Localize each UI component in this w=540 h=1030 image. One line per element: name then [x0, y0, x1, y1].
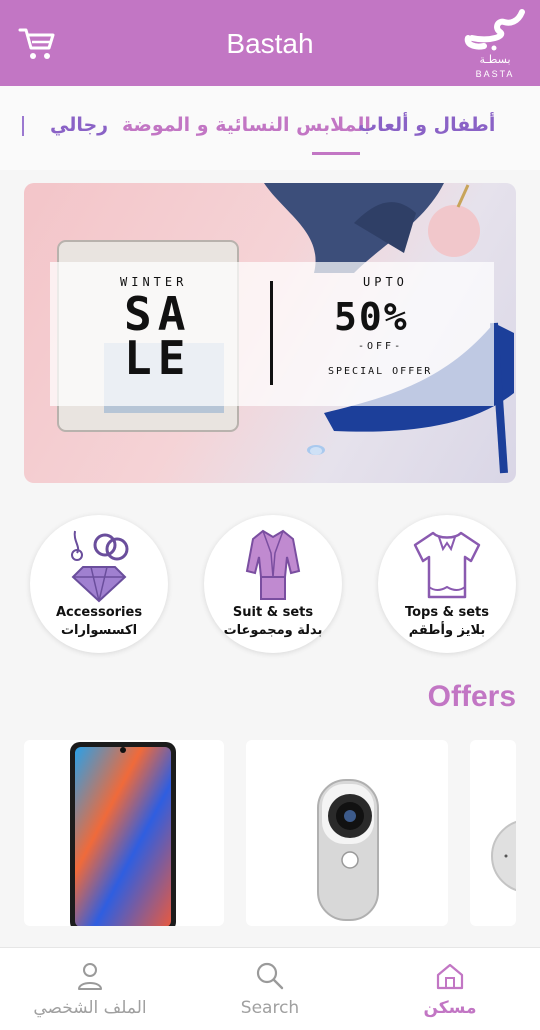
logo-arabic-text: بسطـة: [479, 53, 511, 66]
category-tops-sets-en: Tops & sets: [404, 605, 489, 620]
nav-home-label: مسكن: [423, 998, 477, 1018]
home-icon: [436, 963, 464, 990]
banner-special-offer-text: SPECIAL OFFER: [328, 366, 433, 377]
banner-divider: [270, 281, 273, 385]
tab-women-fashion[interactable]: الملابس النسائية و الموضة: [122, 114, 371, 136]
user-icon: [78, 963, 102, 990]
category-tabs: رجالي الملابس النسائية و الموضة أطفال و …: [0, 86, 540, 170]
tab-kids-toys[interactable]: أطفال و ألعاب: [358, 114, 495, 136]
search-icon: [256, 962, 284, 990]
category-tops-sets-ar: بلايز وأطقم: [408, 623, 486, 638]
suit-icon: [245, 529, 301, 600]
offers-heading: Offers: [427, 680, 516, 713]
offer-card[interactable]: [24, 740, 224, 926]
banner-percent-text: 50%: [334, 295, 409, 339]
nav-search-label: Search: [240, 998, 300, 1018]
banner-off-text: -OFF-: [358, 341, 404, 352]
camera-icon: [317, 779, 379, 921]
category-accessories-en: Accessories: [55, 605, 143, 620]
tab-scroll-divider: [22, 116, 24, 136]
category-accessories[interactable]: Accessories اكسسوارات: [30, 515, 168, 653]
banner-sale-text: SALE: [124, 287, 192, 385]
category-tops-sets[interactable]: Tops & sets بلايز وأطقم: [378, 515, 516, 653]
offer-card[interactable]: [470, 740, 516, 926]
banner-upto-text: UPTO: [363, 275, 408, 289]
logo-mark-icon: [464, 9, 525, 51]
nav-home[interactable]: مسكن: [380, 948, 520, 1030]
offer-card[interactable]: [246, 740, 448, 926]
app-title: Bastah: [226, 28, 314, 59]
category-suit-sets-en: Suit & sets: [232, 605, 314, 620]
nav-profile-label: الملف الشخصي: [33, 998, 147, 1018]
app-header: Bastah بسطـة BASTA: [0, 0, 540, 86]
brand-logo: بسطـة BASTA: [460, 8, 530, 80]
bottom-navigation: الملف الشخصي Search مسكن: [0, 947, 540, 1030]
logo-english-text: BASTA: [475, 69, 515, 79]
speaker-icon: [491, 821, 516, 891]
nav-profile[interactable]: الملف الشخصي: [10, 948, 170, 1030]
blouse-icon: [413, 531, 481, 599]
category-accessories-ar: اكسسوارات: [60, 623, 138, 638]
promo-banner[interactable]: WINTER SALE UPTO 50% -OFF- SPECIAL OFFER: [24, 183, 516, 483]
jewelry-icon: [71, 530, 129, 603]
active-tab-indicator: [312, 152, 360, 155]
category-suit-sets-ar: بدلة ومجموعات: [223, 623, 323, 638]
category-suit-sets[interactable]: Suit & sets بدلة ومجموعات: [204, 515, 342, 653]
tab-men[interactable]: رجالي: [50, 114, 108, 136]
smartphone-icon: [70, 742, 176, 926]
nav-search[interactable]: Search: [200, 948, 340, 1030]
